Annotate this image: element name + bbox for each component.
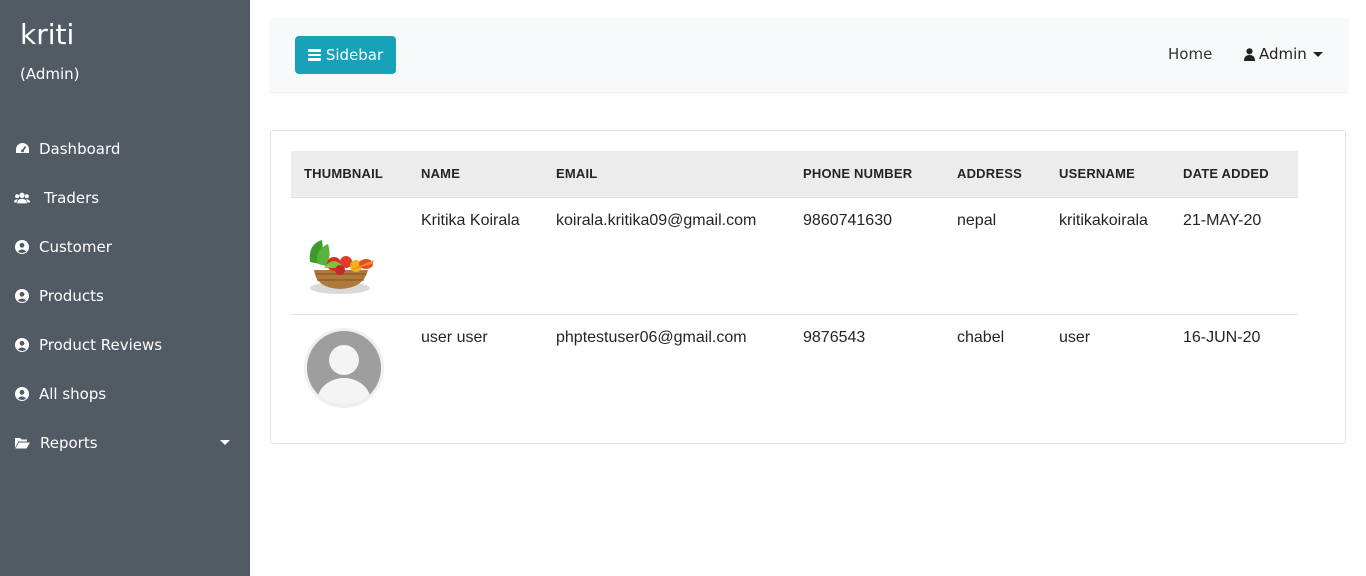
sidebar-item-label: Dashboard	[39, 139, 121, 158]
cell-username: user	[1046, 313, 1170, 419]
default-avatar-thumbnail	[304, 327, 384, 408]
users-icon	[14, 190, 30, 206]
column-header-email: EMAIL	[556, 166, 598, 182]
sidebar-item-product-reviews[interactable]: Product Reviews	[0, 320, 250, 369]
column-header-date-added: DATE ADDED	[1183, 166, 1269, 182]
cell-email: koirala.kritika09@gmail.com	[543, 196, 790, 314]
top-navbar: Sidebar Home Admin	[270, 18, 1348, 92]
sidebar-item-products[interactable]: Products	[0, 271, 250, 320]
table-row: user user phptestuser06@gmail.com 987654…	[291, 313, 1298, 419]
sidebar: kriti (Admin) Dashboard Traders Customer…	[0, 0, 250, 576]
sidebar-item-label: Customer	[39, 237, 112, 256]
home-link[interactable]: Home	[1168, 45, 1212, 63]
column-header-name: NAME	[421, 166, 461, 182]
sidebar-toggle-label: Sidebar	[325, 46, 384, 64]
admin-dropdown[interactable]: Admin	[1244, 45, 1323, 63]
user-circle-icon	[14, 288, 30, 304]
brand-name: kriti	[20, 18, 75, 51]
folder-open-icon	[14, 435, 30, 451]
cell-email: phptestuser06@gmail.com	[543, 313, 790, 419]
cell-name: Kritika Koirala	[408, 196, 543, 314]
sidebar-item-label: Traders	[44, 188, 100, 207]
cell-phone: 9860741630	[790, 196, 944, 314]
column-header-phone: PHONE NUMBER	[803, 166, 913, 182]
user-circle-icon	[14, 239, 30, 255]
sidebar-toggle-button[interactable]: Sidebar	[295, 36, 396, 74]
cell-username: kritikakoirala	[1046, 196, 1170, 314]
cell-phone: 9876543	[790, 313, 944, 419]
sidebar-item-label: All shops	[39, 384, 107, 403]
cell-date-added: 16-JUN-20	[1170, 313, 1298, 419]
sidebar-item-dashboard[interactable]: Dashboard	[0, 124, 250, 173]
brand-role: (Admin)	[20, 65, 80, 83]
tachometer-icon	[14, 141, 30, 157]
sidebar-item-label: Reports	[40, 433, 98, 452]
users-card: THUMBNAIL NAME EMAIL PHONE NUMBER ADDRES…	[270, 130, 1346, 444]
users-table: THUMBNAIL NAME EMAIL PHONE NUMBER ADDRES…	[291, 151, 1298, 419]
chevron-down-icon	[1312, 51, 1323, 57]
user-icon	[1244, 47, 1255, 61]
sidebar-nav: Dashboard Traders Customer Products Prod…	[0, 124, 250, 467]
admin-label: Admin	[1259, 45, 1307, 63]
sidebar-item-label: Products	[39, 286, 104, 305]
column-header-thumbnail: THUMBNAIL	[304, 166, 384, 182]
column-header-username: USERNAME	[1059, 166, 1135, 182]
sidebar-item-all-shops[interactable]: All shops	[0, 369, 250, 418]
sidebar-item-label: Product Reviews	[39, 335, 163, 354]
vegetables-thumbnail	[304, 234, 384, 314]
sidebar-item-traders[interactable]: Traders	[0, 173, 250, 222]
cell-date-added: 21-MAY-20	[1170, 196, 1298, 314]
chevron-down-icon	[220, 440, 230, 445]
sidebar-item-reports[interactable]: Reports	[0, 418, 250, 467]
sidebar-item-customer[interactable]: Customer	[0, 222, 250, 271]
cell-name: user user	[408, 313, 543, 419]
column-header-address: ADDRESS	[957, 166, 1022, 182]
table-row: Kritika Koirala koirala.kritika09@gmail.…	[291, 196, 1298, 314]
cell-address: chabel	[944, 313, 1046, 419]
user-circle-icon	[14, 337, 30, 353]
table-header-row: THUMBNAIL NAME EMAIL PHONE NUMBER ADDRES…	[291, 151, 1298, 197]
user-circle-icon	[14, 386, 30, 402]
cell-address: nepal	[944, 196, 1046, 314]
bars-icon	[307, 47, 321, 63]
